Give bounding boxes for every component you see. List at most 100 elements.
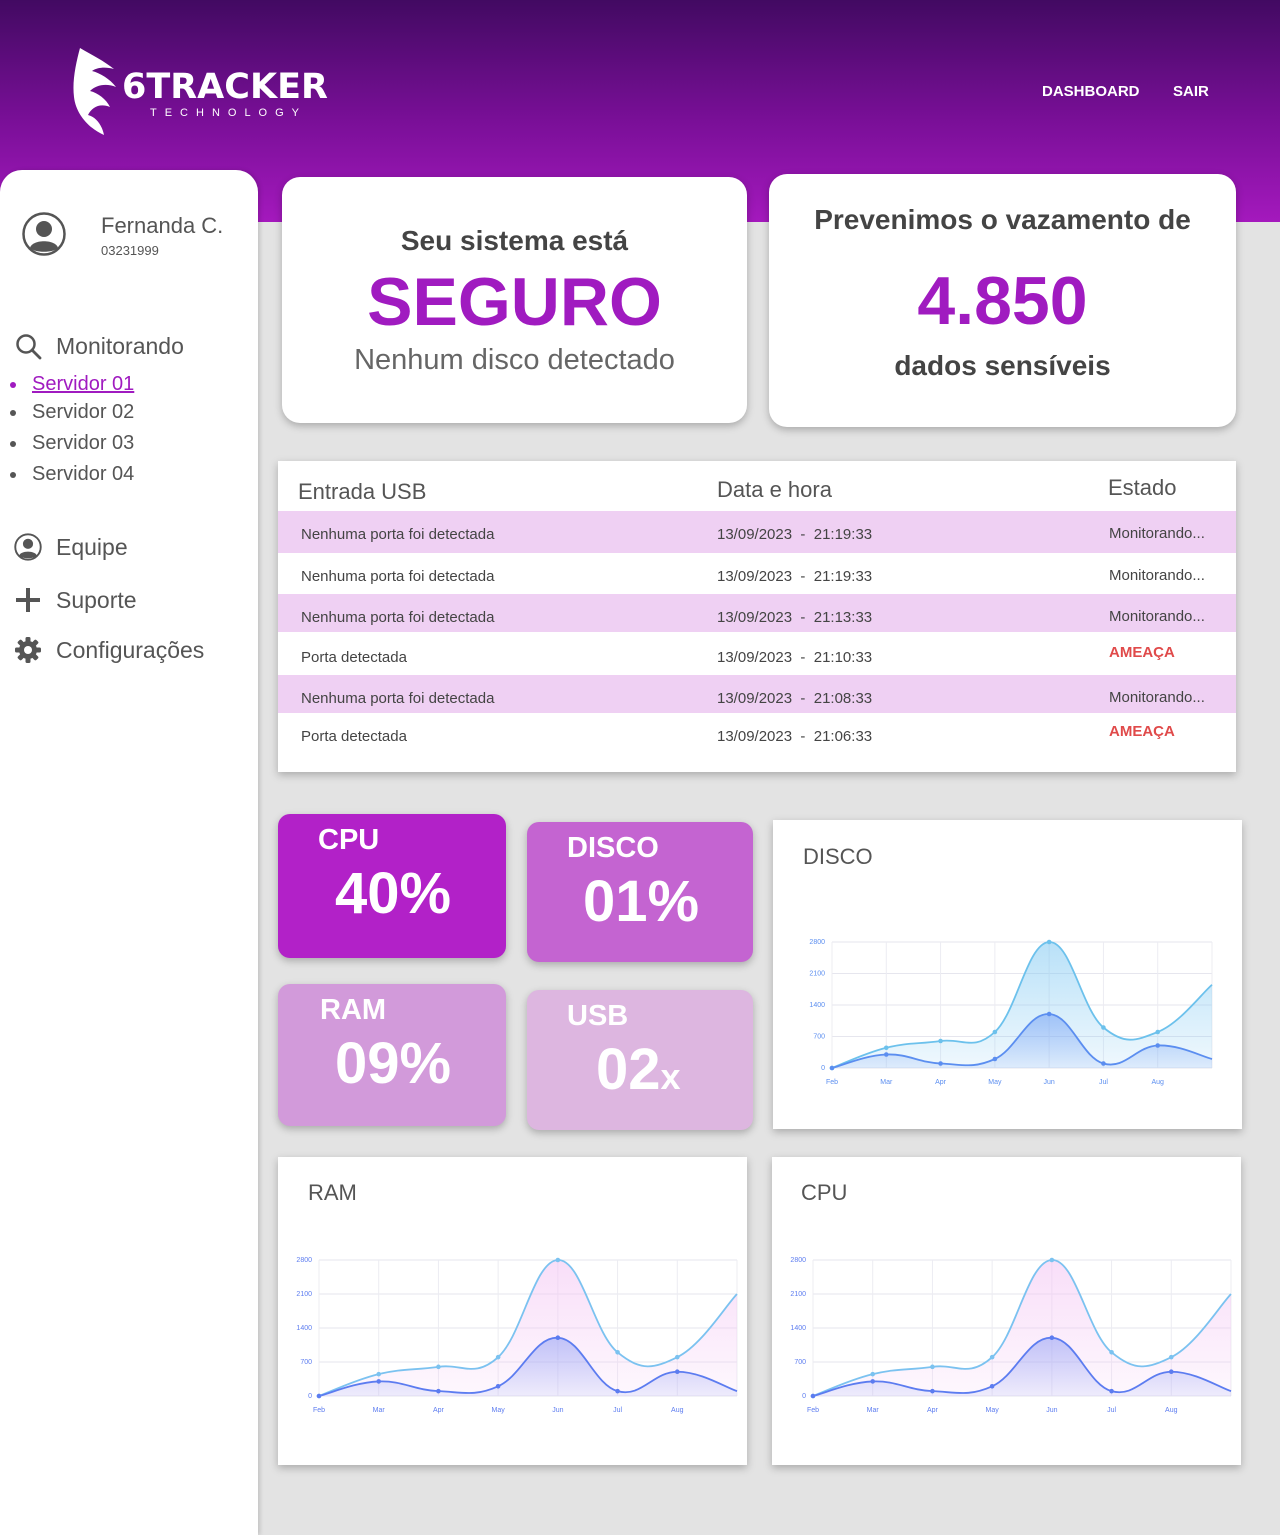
- usb-entry-cell: Nenhuma porta foi detectada: [301, 690, 495, 707]
- column-header-state: Estado: [1108, 475, 1177, 500]
- metric-value: 09%: [335, 1031, 452, 1096]
- usb-events-table: Entrada USB Data e hora Estado Nenhuma p…: [278, 461, 1236, 772]
- sidebar-item-team[interactable]: Equipe: [14, 533, 128, 561]
- table-row[interactable]: Porta detectada 13/09/2023 - 21:06:33 AMEA…: [278, 713, 1236, 751]
- metric-value: 01%: [583, 869, 700, 934]
- x-tick-label: Jul: [1107, 1407, 1116, 1414]
- y-tick-label: 2800: [809, 939, 825, 946]
- sidebar-server-01[interactable]: Servidor 01: [10, 373, 134, 396]
- sidebar-server-03[interactable]: Servidor 03: [10, 432, 134, 455]
- x-tick-label: Jun: [1046, 1407, 1057, 1414]
- brand-name: 6TRACKER: [122, 67, 328, 107]
- x-tick-label: Mar: [880, 1079, 893, 1086]
- ram-chart-panel: RAM 0 700 1400 2100 2800 Feb Mar Apr May Jun Jul Au…: [278, 1157, 747, 1465]
- sidebar-item-label: Monitorando: [56, 332, 184, 359]
- metric-value: 02x: [596, 1036, 681, 1103]
- disk-metric-tile[interactable]: DISCO 01%: [527, 822, 753, 962]
- sidebar-server-04[interactable]: Servidor 04: [10, 463, 134, 486]
- data-point: [930, 1364, 935, 1370]
- metric-label: DISCO: [567, 832, 659, 864]
- usb-entry-cell: Porta detectada: [301, 649, 407, 666]
- data-point: [992, 1029, 998, 1035]
- table-row[interactable]: Nenhuma porta foi detectada 13/09/2023 - …: [278, 511, 1236, 553]
- y-tick-label: 700: [300, 1359, 312, 1366]
- brand-logo[interactable]: 6TRACKER TECHNOLOGY: [70, 45, 340, 140]
- data-point: [615, 1349, 620, 1355]
- x-tick-label: Aug: [1151, 1079, 1164, 1086]
- disk-chart: 0 700 1400 2100 2800 Feb Mar Apr May Jun Jul Aug: [809, 939, 1213, 1086]
- user-icon: [14, 533, 42, 561]
- x-tick-label: May: [986, 1407, 1000, 1414]
- nav-dashboard-link[interactable]: DASHBOARD: [1042, 83, 1140, 100]
- data-point: [436, 1388, 441, 1394]
- server-label: Servidor 01: [32, 373, 135, 395]
- nav-logout-link[interactable]: SAIR: [1173, 83, 1209, 100]
- data-point: [674, 1369, 680, 1375]
- usb-entry-cell: Nenhuma porta foi detectada: [301, 568, 495, 585]
- data-point: [883, 1045, 889, 1051]
- data-point: [615, 1388, 620, 1394]
- state-cell: AMEAÇA: [1109, 723, 1175, 740]
- disk-chart-panel: DISCO 0 700 1400 2100 2800 Feb Mar Apr May Jun Jul…: [773, 820, 1242, 1129]
- state-cell: Monitorando...: [1109, 567, 1205, 584]
- sidebar-server-02[interactable]: Servidor 02: [10, 401, 134, 424]
- datetime-cell: 13/09/2023 - 21:19:33: [717, 526, 873, 543]
- data-point: [555, 1335, 561, 1341]
- datetime-cell: 13/09/2023 - 21:13:33: [717, 609, 873, 626]
- table-row[interactable]: Porta detectada 13/09/2023 - 21:10:33 AMEA…: [278, 634, 1236, 674]
- user-id: 03231999: [101, 243, 159, 258]
- cpu-chart-panel: CPU 0 700 1400 2100 2800 Feb Mar Apr May Jun Jul Au…: [772, 1157, 1241, 1465]
- sidebar-item-label: Equipe: [56, 533, 128, 560]
- ram-chart: 0 700 1400 2100 2800 Feb Mar Apr May Jun Jul Aug: [296, 1257, 738, 1414]
- table-row[interactable]: Nenhuma porta foi detectada 13/09/2023 - …: [278, 594, 1236, 632]
- data-point: [829, 1065, 835, 1071]
- data-point: [1049, 1335, 1055, 1341]
- table-row[interactable]: Nenhuma porta foi detectada 13/09/2023 - …: [278, 553, 1236, 591]
- server-label: Servidor 02: [32, 401, 135, 423]
- datetime-cell: 13/09/2023 - 21:06:33: [717, 728, 873, 745]
- x-tick-label: Aug: [671, 1407, 684, 1414]
- sidebar-item-support[interactable]: Suporte: [14, 586, 137, 614]
- x-tick-label: Feb: [826, 1079, 838, 1086]
- status-detail: Nenhum disco detectado: [354, 344, 675, 376]
- data-point: [1168, 1354, 1174, 1360]
- usb-metric-tile[interactable]: USB 02x: [527, 990, 753, 1130]
- y-tick-label: 1400: [296, 1325, 312, 1332]
- data-point: [1168, 1369, 1174, 1375]
- x-tick-label: May: [988, 1079, 1002, 1086]
- ram-metric-tile[interactable]: RAM 09%: [278, 984, 506, 1126]
- data-point: [1155, 1029, 1161, 1035]
- avatar[interactable]: [22, 212, 66, 256]
- sidebar-item-settings[interactable]: Configurações: [14, 636, 204, 664]
- state-cell: AMEAÇA: [1109, 644, 1175, 661]
- usb-entry-cell: Nenhuma porta foi detectada: [301, 526, 495, 543]
- data-point: [1109, 1388, 1114, 1394]
- x-tick-label: Jul: [613, 1407, 622, 1414]
- server-label: Servidor 04: [32, 463, 135, 485]
- data-point: [870, 1371, 876, 1377]
- state-cell: Monitorando...: [1109, 525, 1205, 542]
- cpu-chart: 0 700 1400 2100 2800 Feb Mar Apr May Jun Jul Aug: [790, 1257, 1232, 1414]
- prevention-count: 4.850: [917, 263, 1088, 339]
- status-value: SEGURO: [367, 264, 662, 340]
- x-tick-label: Apr: [935, 1079, 947, 1086]
- cpu-metric-tile[interactable]: CPU 40%: [278, 814, 506, 958]
- state-cell: Monitorando...: [1109, 608, 1205, 625]
- datetime-cell: 13/09/2023 - 21:19:33: [717, 568, 873, 585]
- y-tick-label: 700: [794, 1359, 806, 1366]
- x-tick-label: Mar: [867, 1407, 880, 1414]
- table-row[interactable]: Nenhuma porta foi detectada 13/09/2023 - …: [278, 675, 1236, 713]
- x-tick-label: Feb: [807, 1407, 819, 1414]
- data-point: [495, 1383, 501, 1389]
- metric-label: CPU: [318, 824, 380, 856]
- data-point: [555, 1257, 561, 1263]
- y-tick-label: 0: [821, 1065, 825, 1072]
- server-label: Servidor 03: [32, 432, 135, 454]
- brand-subtitle: TECHNOLOGY: [150, 107, 308, 119]
- metric-value: 40%: [335, 861, 452, 926]
- data-point: [1101, 1061, 1106, 1066]
- x-tick-label: Jul: [1099, 1079, 1108, 1086]
- user-avatar-icon: [22, 212, 66, 256]
- sidebar-item-monitoring[interactable]: Monitorando: [14, 332, 184, 360]
- data-point: [1109, 1349, 1114, 1355]
